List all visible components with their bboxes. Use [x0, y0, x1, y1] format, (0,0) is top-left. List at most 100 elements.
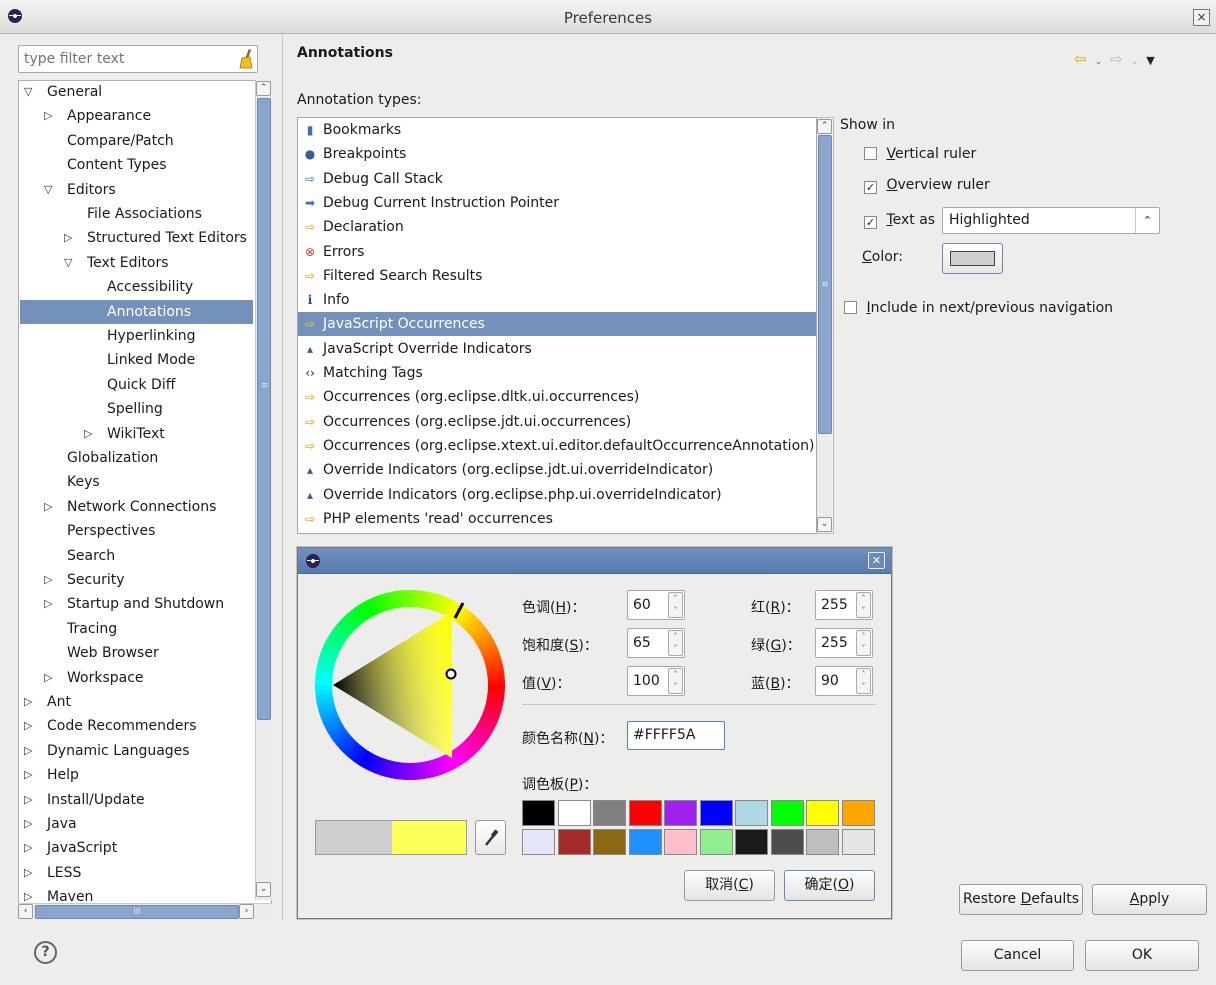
tree-item-keys[interactable]: Keys — [20, 470, 253, 494]
include-navigation-checkbox[interactable]: Include in next/previous navigation — [844, 300, 1113, 316]
spinner-arrows-icon[interactable]: ˄ ˅ — [668, 668, 683, 694]
tree-item-general[interactable]: ▽ General — [20, 81, 253, 104]
text-style-select[interactable]: Highlighted ⌃ — [942, 207, 1160, 234]
tree-item-perspectives[interactable]: Perspectives — [20, 519, 253, 543]
spinner-arrows-icon[interactable]: ˄ ˅ — [856, 592, 871, 618]
annotation-type-item[interactable]: i Info — [298, 288, 816, 312]
scroll-up-button[interactable]: ⌃ — [256, 81, 271, 96]
palette-swatch[interactable] — [664, 800, 697, 826]
palette-swatch[interactable] — [628, 829, 662, 855]
hue-wheel[interactable] — [315, 590, 505, 780]
tree-item-hyperlinking[interactable]: Hyperlinking — [20, 324, 253, 348]
annotation-type-item[interactable]: ● Breakpoints — [298, 142, 816, 166]
collapse-icon[interactable]: ▽ — [64, 251, 72, 275]
tree-item-install-update[interactable]: ▷ Install/Update — [20, 788, 253, 812]
palette-swatch[interactable] — [735, 800, 768, 826]
spinner-arrows-icon[interactable]: ˄ ˅ — [856, 630, 871, 656]
expand-icon[interactable]: ▷ — [24, 812, 32, 836]
collapse-icon[interactable]: ▽ — [44, 178, 52, 202]
tree-item-content-types[interactable]: Content Types — [20, 153, 253, 177]
checkbox-box[interactable]: ✓ — [864, 216, 877, 229]
expand-icon[interactable]: ▷ — [24, 836, 32, 860]
preference-tree[interactable]: ▽ General ▷ Appearance Compare/Patch Content … — [18, 80, 272, 920]
tree-item-ant[interactable]: ▷ Ant — [20, 690, 253, 714]
palette-swatch[interactable] — [735, 829, 768, 855]
expand-icon[interactable]: ▷ — [44, 495, 52, 519]
palette-swatch[interactable] — [664, 829, 697, 855]
red-value[interactable]: 255 — [821, 597, 848, 613]
tree-item-file-associations[interactable]: File Associations — [20, 202, 253, 226]
dialog-close-button[interactable]: ✕ — [868, 552, 885, 569]
expand-icon[interactable]: ▷ — [64, 226, 72, 250]
spinner-arrows-icon[interactable]: ˄ ˅ — [668, 592, 683, 618]
annotation-type-item[interactable]: ▴ Override Indicators (org.eclipse.jdt.ui… — [298, 458, 816, 482]
back-menu-icon[interactable]: ⌄ — [1095, 57, 1103, 67]
palette-swatch[interactable] — [628, 800, 662, 826]
annotation-type-item[interactable]: ⇨ Filtered Search Results — [298, 264, 816, 288]
tree-item-security[interactable]: ▷ Security — [20, 568, 253, 592]
scroll-left-button[interactable]: ‹ — [18, 904, 33, 919]
view-menu-icon[interactable]: ▼ — [1146, 54, 1154, 67]
sv-marker[interactable] — [445, 668, 457, 680]
expand-icon[interactable]: ▷ — [84, 422, 92, 446]
overview-ruler-checkbox[interactable]: ✓ Overview ruler — [864, 177, 990, 194]
text-as-checkbox[interactable]: ✓ Text as — [864, 212, 935, 229]
tree-item-startup-and-shutdown[interactable]: ▷ Startup and Shutdown — [20, 592, 253, 616]
spinner-arrows-icon[interactable]: ˄ ˅ — [668, 630, 683, 656]
tree-vertical-scrollbar[interactable]: ⌃ ≡ ⌄ — [255, 80, 272, 900]
tree-item-search[interactable]: Search — [20, 544, 253, 568]
annotation-type-item[interactable]: ➡ Debug Current Instruction Pointer — [298, 191, 816, 215]
filter-input[interactable] — [24, 47, 224, 71]
tree-item-wikitext[interactable]: ▷ WikiText — [20, 422, 253, 446]
annotation-type-item[interactable]: ⇨ Occurrences (org.eclipse.dltk.ui.occurr… — [298, 385, 816, 409]
annotation-type-item[interactable]: ▴ JavaScript Override Indicators — [298, 337, 816, 361]
tree-item-compare-patch[interactable]: Compare/Patch — [20, 129, 253, 153]
dialog-cancel-button[interactable]: 取消(C) — [684, 870, 775, 901]
expand-icon[interactable]: ▷ — [24, 763, 32, 787]
palette-swatch[interactable] — [593, 829, 626, 855]
forward-menu-icon[interactable]: ⌄ — [1131, 57, 1139, 67]
tree-horizontal-scrollbar[interactable]: ‹ III › — [18, 903, 272, 920]
expand-icon[interactable]: ▷ — [24, 739, 32, 763]
palette-swatch[interactable] — [841, 829, 875, 855]
tree-item-tracing[interactable]: Tracing — [20, 617, 253, 641]
annotation-type-item[interactable]: ▮ Bookmarks — [298, 118, 816, 142]
annotation-list-scrollbar[interactable]: ⌃ ≡ ⌄ — [817, 117, 834, 534]
annotation-types-list[interactable]: ▮ Bookmarks ● Breakpoints ⇨ Debug Call Stack ➡… — [297, 117, 817, 534]
expand-icon[interactable]: ▷ — [24, 690, 32, 714]
collapse-icon[interactable]: ▽ — [24, 81, 32, 104]
value-value[interactable]: 100 — [633, 673, 660, 689]
window-close-button[interactable]: × — [1193, 9, 1210, 26]
palette-swatch[interactable] — [770, 800, 804, 826]
spinner-arrows-icon[interactable]: ˄ ˅ — [856, 668, 871, 694]
restore-defaults-button[interactable]: Restore Defaults — [959, 884, 1083, 915]
red-spinner[interactable]: 255 ˄ ˅ — [815, 590, 873, 620]
scroll-thumb[interactable]: ≡ — [818, 135, 832, 434]
palette-swatch[interactable] — [522, 800, 555, 826]
annotation-type-item[interactable]: ⇨ Debug Call Stack — [298, 167, 816, 191]
tree-item-dynamic-languages[interactable]: ▷ Dynamic Languages — [20, 739, 253, 763]
annotation-type-item[interactable]: ⇨ JavaScript Occurrences — [298, 312, 816, 337]
expand-icon[interactable]: ▷ — [24, 714, 32, 738]
tree-item-web-browser[interactable]: Web Browser — [20, 641, 253, 665]
clear-filter-icon[interactable] — [239, 49, 253, 69]
back-arrow-icon[interactable]: ⇦ — [1074, 50, 1087, 68]
palette-swatch[interactable] — [841, 800, 875, 826]
tree-item-spelling[interactable]: Spelling — [20, 397, 253, 421]
tree-item-less[interactable]: ▷ LESS — [20, 861, 253, 885]
value-spinner[interactable]: 100 ˄ ˅ — [627, 666, 685, 696]
tree-item-annotations[interactable]: Annotations — [20, 299, 253, 324]
checkbox-box[interactable] — [844, 301, 857, 314]
tree-item-editors[interactable]: ▽ Editors — [20, 178, 253, 202]
palette-swatch[interactable] — [522, 829, 555, 855]
cancel-button[interactable]: Cancel — [961, 940, 1074, 971]
scroll-thumb[interactable]: ≡ — [257, 98, 271, 720]
palette-swatch[interactable] — [557, 800, 591, 826]
tree-item-javascript[interactable]: ▷ JavaScript — [20, 836, 253, 860]
dialog-ok-button[interactable]: 确定(O) — [784, 870, 875, 901]
palette-swatch[interactable] — [557, 829, 591, 855]
tree-item-globalization[interactable]: Globalization — [20, 446, 253, 470]
scroll-down-button[interactable]: ⌄ — [256, 882, 271, 897]
filter-field[interactable] — [18, 45, 258, 73]
hue-value[interactable]: 60 — [633, 597, 651, 613]
